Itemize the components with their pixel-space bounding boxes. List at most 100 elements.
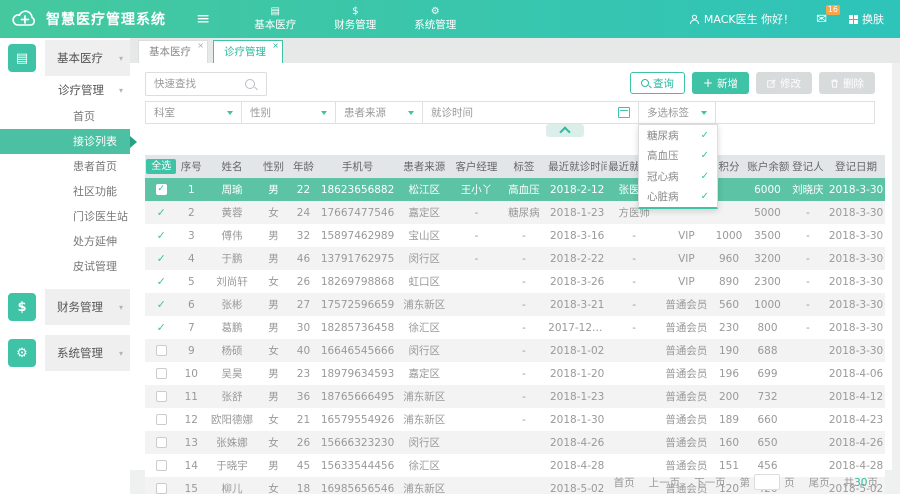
table-row[interactable]: 11张舒男3618765666495浦东新区-2018-1-23普通会员2007… [145, 385, 885, 408]
row-checkbox[interactable]: ✓ [156, 184, 167, 195]
sidebar-item-patient-home[interactable]: 患者首页 [0, 154, 130, 179]
table-cell: 27 [288, 293, 319, 316]
select-all-button[interactable]: 全选 [146, 159, 176, 174]
sidebar: ▤ 基本医疗▾ 诊疗管理▾ 首页接诊列表患者首页社区功能门诊医生站处方延伸皮试管… [0, 38, 131, 494]
table-cell: 2018-4-23 [827, 408, 885, 431]
filter-empty-input[interactable] [715, 101, 875, 124]
patient-table-wrap: 全选 序号姓名性别年龄手机号患者来源客户经理标签最近就诊时间最近就诊医生会员等级… [145, 155, 885, 494]
sidebar-item-home[interactable]: 首页 [0, 104, 130, 129]
row-checkbox[interactable] [156, 391, 167, 402]
top-nav-system[interactable]: ⚙系统管理 [414, 6, 456, 32]
page-number-input[interactable] [754, 474, 780, 490]
table-cell: 杨硕 [205, 339, 259, 362]
table-cell [607, 339, 661, 362]
table-row[interactable]: ✓1周瑜男2218623656882松江区王小丫高血压2018-2-12张医师6… [145, 178, 885, 201]
top-nav-basic-medical[interactable]: ▤基本医疗 [254, 6, 296, 32]
app-logo-cloud-plus-icon [10, 9, 40, 29]
hamburger-menu-icon[interactable]: ≡ [196, 11, 210, 28]
caret-down-icon [701, 111, 707, 115]
collapse-filters-button[interactable] [546, 124, 584, 137]
user-greeting[interactable]: MACK医生 你好！ [689, 11, 794, 27]
quick-search-input[interactable] [146, 77, 245, 91]
tab-basic-medical[interactable]: 基本医疗 × [138, 40, 208, 63]
check-icon: ✓ [701, 150, 709, 161]
top-nav-finance[interactable]: $财务管理 [334, 6, 376, 32]
table-cell [501, 431, 548, 454]
table-row[interactable]: ✓6张彬男2717572596659浦东新区-2018-3-21-普通会员560… [145, 293, 885, 316]
table-cell: 890 [712, 270, 747, 293]
add-button[interactable]: + 新增 [692, 72, 749, 94]
page-jump: 第 页 [740, 474, 795, 490]
sidebar-submenu-treatment-mgmt[interactable]: 诊疗管理▾ [0, 76, 130, 104]
sidebar-group-finance[interactable]: $ 财务管理▾ [0, 289, 130, 325]
filter-gender-select[interactable]: 性别 [241, 101, 336, 124]
table-row[interactable]: ✓3傅伟男3215897462989宝山区--2018-3-16-VIP1000… [145, 224, 885, 247]
table-cell: 1000 [712, 224, 747, 247]
row-checkbox[interactable] [156, 368, 167, 379]
query-button[interactable]: 查询 [630, 72, 685, 94]
sidebar-group-basic-medical[interactable]: ▤ 基本医疗▾ [0, 40, 130, 76]
column-header: 登记日期 [827, 155, 885, 178]
row-checkbox[interactable] [156, 437, 167, 448]
tag-option-coronary-disease[interactable]: 冠心病✓ [639, 166, 717, 187]
app-title: 智慧医疗管理系统 [46, 9, 166, 29]
sidebar-item-community[interactable]: 社区功能 [0, 179, 130, 204]
edit-button[interactable]: 修改 [756, 72, 812, 94]
sidebar-group-system[interactable]: ⚙ 系统管理▾ [0, 335, 130, 371]
tab-strip: 基本医疗 × 诊疗管理 × [130, 38, 900, 63]
table-cell: 650 [746, 431, 788, 454]
tab-treatment-mgmt[interactable]: 诊疗管理 × [213, 40, 283, 63]
row-checkbox[interactable] [156, 414, 167, 425]
filter-multi-tag-select[interactable]: 多选标签 [638, 101, 716, 124]
table-row[interactable]: 10吴昊男2318979634593嘉定区-2018-1-20普通会员19669… [145, 362, 885, 385]
pagination: 首页 上一页 下一页 第 页 尾页 共30页 [130, 470, 900, 494]
table-row[interactable]: ✓4于鹏男4613791762975闵行区--2018-2-22-VIP9603… [145, 247, 885, 270]
close-icon[interactable]: × [197, 41, 204, 50]
caret-down-icon [408, 111, 414, 115]
messages-button[interactable]: ✉ 16 [816, 12, 827, 27]
change-skin-button[interactable]: 换肤 [849, 11, 884, 27]
sidebar-item-skin-test[interactable]: 皮试管理 [0, 254, 130, 279]
page-prev-link[interactable]: 上一页 [649, 475, 681, 490]
table-cell: 6000 [746, 178, 788, 201]
sidebar-item-outpatient-station[interactable]: 门诊医生站 [0, 204, 130, 229]
delete-button[interactable]: 删除 [819, 72, 875, 94]
row-checkbox[interactable]: ✓ [157, 229, 166, 242]
table-cell: - [789, 224, 828, 247]
filter-visit-time-datepicker[interactable]: 就诊时间 [422, 101, 639, 124]
column-header: 手机号 [319, 155, 396, 178]
grid-icon [849, 15, 858, 24]
table-cell: 刘晓庆 [789, 178, 828, 201]
row-checkbox[interactable]: ✓ [157, 275, 166, 288]
table-row[interactable]: ✓5刘尚轩女2618269798868虹口区-2018-3-26-VIP8902… [145, 270, 885, 293]
row-checkbox[interactable]: ✓ [157, 206, 166, 219]
table-row[interactable]: 9杨硕女4016646545666闵行区-2018-1-02普通会员190688… [145, 339, 885, 362]
tag-option-hypertension[interactable]: 高血压✓ [639, 146, 717, 167]
page-first-link[interactable]: 首页 [614, 475, 635, 490]
row-checkbox[interactable]: ✓ [157, 298, 166, 311]
row-checkbox[interactable]: ✓ [157, 252, 166, 265]
page-last-link[interactable]: 尾页 [809, 475, 830, 490]
table-cell: 浦东新区 [396, 408, 452, 431]
table-cell: 高血压 [501, 178, 548, 201]
table-row[interactable]: ✓2黄蓉女2417667477546嘉定区-糖尿病2018-1-23方医师500… [145, 201, 885, 224]
row-checkbox[interactable]: ✓ [157, 321, 166, 334]
row-checkbox[interactable] [156, 345, 167, 356]
table-row[interactable]: 12欧阳德娜女2116579554926浦东新区-2018-1-30普通会员18… [145, 408, 885, 431]
sidebar-item-reception-list[interactable]: 接诊列表 [0, 129, 130, 154]
tag-option-heart-disease[interactable]: 心脏病✓ [639, 187, 717, 208]
chevron-down-icon: ▾ [119, 303, 123, 312]
filter-patient-source-select[interactable]: 患者来源 [335, 101, 423, 124]
clipboard-icon: ▤ [271, 6, 280, 19]
page-next-link[interactable]: 下一页 [694, 475, 726, 490]
table-cell: 9 [178, 339, 205, 362]
table-cell: 普通会员 [661, 293, 711, 316]
table-row[interactable]: 13张姝娜女2615666323230闵行区2018-4-26普通会员16065… [145, 431, 885, 454]
table-row[interactable]: ✓7葛鹏男3018285736458徐汇区-2017-12-19-普通会员230… [145, 316, 885, 339]
filter-department-select[interactable]: 科室 [145, 101, 242, 124]
plus-icon: + [703, 77, 713, 89]
tag-option-diabetes[interactable]: 糖尿病✓ [639, 125, 717, 146]
table-cell: 女 [259, 270, 288, 293]
close-icon[interactable]: × [272, 41, 279, 50]
sidebar-item-prescription-extension[interactable]: 处方延伸 [0, 229, 130, 254]
